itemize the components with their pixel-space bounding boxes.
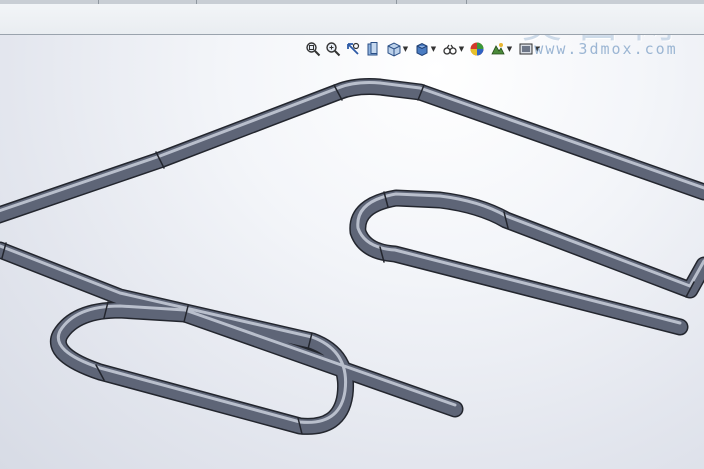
zoom-to-fit-icon <box>306 42 321 57</box>
watermark-url: www.3dmox.com <box>534 40 678 58</box>
hide-show-items-button[interactable]: ▼ <box>440 40 466 58</box>
previous-view-button[interactable] <box>344 40 362 58</box>
previous-view-icon <box>347 42 360 55</box>
zoom-to-area-button[interactable] <box>324 40 342 58</box>
view-orientation-icon <box>387 42 401 57</box>
edit-appearance-button[interactable] <box>468 40 486 58</box>
chevron-down-icon: ▼ <box>430 45 437 53</box>
tab-segment[interactable] <box>396 0 467 4</box>
chevron-down-icon: ▼ <box>402 45 409 53</box>
display-style-icon <box>416 42 428 57</box>
chevron-down-icon: ▼ <box>458 45 465 53</box>
watermark: 莫西网 www.3dmox.com <box>522 35 690 58</box>
hide-show-items-icon <box>443 44 457 55</box>
zoom-to-area-icon <box>326 42 341 57</box>
zoom-to-fit-button[interactable] <box>304 40 322 58</box>
view-orientation-button[interactable]: ▼ <box>384 40 410 58</box>
appearance-icon <box>470 42 484 56</box>
tab-segment[interactable] <box>196 0 397 4</box>
bent-tube-model[interactable] <box>0 35 704 469</box>
chevron-down-icon: ▼ <box>506 45 513 53</box>
section-view-button[interactable] <box>364 40 382 58</box>
display-style-button[interactable]: ▼ <box>412 40 438 58</box>
graphics-area[interactable]: ▼ ▼ ▼ ▼ ▼ www.3dmox.com <box>0 35 704 469</box>
tab-segment[interactable] <box>98 0 197 4</box>
tab-segment[interactable] <box>0 0 99 4</box>
tab-strip <box>0 0 704 4</box>
heads-up-view-toolbar: ▼ ▼ ▼ ▼ ▼ <box>304 39 542 59</box>
top-toolbar-area <box>0 0 704 35</box>
apply-scene-button[interactable]: ▼ <box>488 40 514 58</box>
section-view-icon <box>367 42 378 56</box>
scene-icon <box>491 43 505 55</box>
